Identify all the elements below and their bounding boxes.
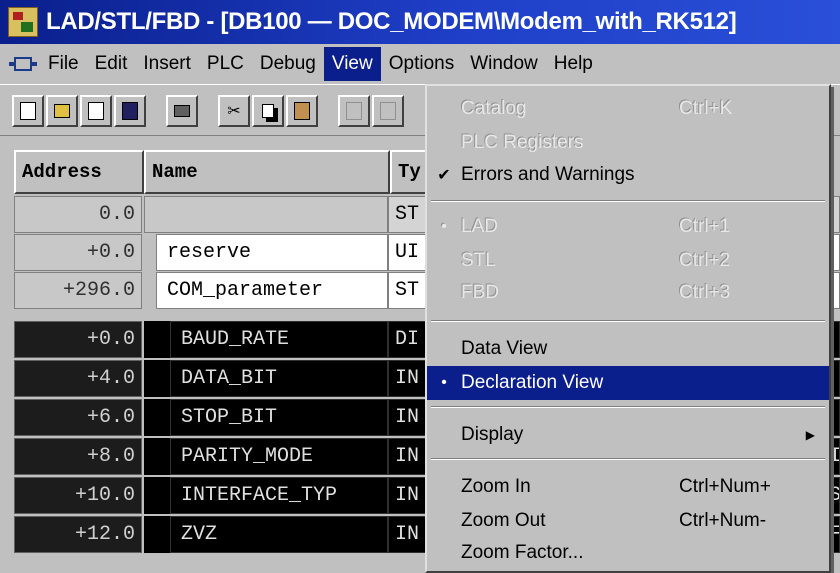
menu-item-zoom-in[interactable]: Zoom In Ctrl+Num+ — [427, 470, 829, 504]
scissors-icon: ✂ — [227, 103, 241, 120]
menu-separator — [431, 406, 825, 408]
radio-bullet-icon: • — [441, 374, 447, 391]
type-cell[interactable]: IN — [388, 477, 428, 514]
radio-bullet-icon: • — [441, 218, 447, 235]
type-cell[interactable]: ST — [388, 196, 428, 233]
indent-block — [144, 360, 170, 397]
indent-block — [144, 477, 170, 514]
menu-separator — [431, 200, 825, 202]
paste-button[interactable] — [286, 95, 318, 127]
column-header-type[interactable]: Ty — [390, 150, 430, 194]
undo-button[interactable] — [338, 95, 370, 127]
undo-icon — [346, 102, 362, 120]
clipboard-icon — [294, 102, 310, 120]
menu-bar: File Edit Insert PLC Debug View Options … — [0, 44, 840, 84]
name-cell[interactable]: reserve — [156, 234, 388, 271]
menu-insert[interactable]: Insert — [135, 47, 199, 81]
floppy-disk-icon — [122, 102, 138, 120]
menu-item-zoom-factor[interactable]: Zoom Factor... — [427, 536, 829, 570]
name-cell[interactable]: COM_parameter — [156, 272, 388, 309]
address-cell: 0.0 — [14, 196, 142, 233]
new-document-icon — [20, 102, 36, 120]
print-button[interactable] — [166, 95, 198, 127]
copy-icon — [262, 104, 274, 118]
menu-help[interactable]: Help — [546, 47, 601, 81]
name-cell[interactable]: INTERFACE_TYP — [170, 477, 388, 514]
name-cell[interactable]: BAUD_RATE — [170, 321, 388, 358]
menu-options[interactable]: Options — [381, 47, 462, 81]
menu-item-zoom-out[interactable]: Zoom Out Ctrl+Num- — [427, 504, 829, 538]
indent-block — [144, 399, 170, 436]
checkmark-icon: ✔ — [437, 167, 451, 184]
type-cell[interactable]: IN — [388, 438, 428, 475]
address-cell: +8.0 — [14, 438, 142, 475]
copy-button[interactable] — [252, 95, 284, 127]
menu-item-declaration-view[interactable]: • Declaration View — [427, 366, 829, 400]
name-cell[interactable]: ZVZ — [170, 516, 388, 553]
menu-item-lad[interactable]: • LAD Ctrl+1 — [427, 210, 829, 244]
address-cell: +12.0 — [14, 516, 142, 553]
name-cell[interactable]: DATA_BIT — [170, 360, 388, 397]
indent-block — [144, 516, 170, 553]
indent-block — [144, 438, 170, 475]
menu-view[interactable]: View — [323, 47, 381, 81]
address-cell: +0.0 — [14, 234, 142, 271]
menu-file[interactable]: File — [40, 47, 87, 81]
view-dropdown-menu: Catalog Ctrl+K PLC Registers ✔ Errors an… — [425, 84, 831, 573]
type-cell[interactable]: IN — [388, 399, 428, 436]
menu-window[interactable]: Window — [462, 47, 546, 81]
printer-icon — [174, 105, 190, 117]
indent-block — [144, 321, 170, 358]
menu-item-display[interactable]: Display ▶ — [427, 418, 829, 452]
address-cell: +6.0 — [14, 399, 142, 436]
window-title: LAD/STL/FBD - [DB100 — DOC_MODEM\Modem_w… — [46, 8, 737, 35]
save-button[interactable] — [114, 95, 146, 127]
address-cell: +296.0 — [14, 272, 142, 309]
column-header-name[interactable]: Name — [144, 150, 390, 194]
type-cell[interactable]: IN — [388, 516, 428, 553]
app-icon[interactable] — [8, 7, 38, 37]
address-cell: +0.0 — [14, 321, 142, 358]
address-cell: +10.0 — [14, 477, 142, 514]
menu-item-fbd[interactable]: FBD Ctrl+3 — [427, 276, 829, 310]
address-cell: +4.0 — [14, 360, 142, 397]
type-cell[interactable]: DI — [388, 321, 428, 358]
submenu-arrow-icon: ▶ — [805, 428, 815, 442]
menu-item-plc-registers[interactable]: PLC Registers — [427, 126, 829, 160]
new-button[interactable] — [12, 95, 44, 127]
menu-plc[interactable]: PLC — [199, 47, 252, 81]
menu-debug[interactable]: Debug — [252, 47, 324, 81]
network-icon — [88, 102, 104, 120]
menu-item-catalog[interactable]: Catalog Ctrl+K — [427, 92, 829, 126]
menu-edit[interactable]: Edit — [87, 47, 136, 81]
cut-button[interactable]: ✂ — [218, 95, 250, 127]
redo-icon — [380, 102, 396, 120]
open-folder-icon — [54, 104, 70, 118]
type-cell[interactable]: IN — [388, 360, 428, 397]
document-system-menu-icon[interactable] — [9, 57, 37, 71]
menu-item-stl[interactable]: STL Ctrl+2 — [427, 244, 829, 278]
name-cell[interactable]: PARITY_MODE — [170, 438, 388, 475]
name-cell[interactable] — [144, 196, 388, 233]
network-button[interactable] — [80, 95, 112, 127]
menu-item-data-view[interactable]: Data View — [427, 332, 829, 366]
column-header-address[interactable]: Address — [14, 150, 144, 194]
type-cell[interactable]: UI — [388, 234, 428, 271]
name-cell[interactable]: STOP_BIT — [170, 399, 388, 436]
title-bar: LAD/STL/FBD - [DB100 — DOC_MODEM\Modem_w… — [0, 0, 840, 44]
redo-button[interactable] — [372, 95, 404, 127]
menu-separator — [431, 320, 825, 322]
type-cell[interactable]: ST — [388, 272, 428, 309]
open-button[interactable] — [46, 95, 78, 127]
menu-item-errors-and-warnings[interactable]: ✔ Errors and Warnings — [427, 158, 829, 192]
menu-separator — [431, 458, 825, 460]
